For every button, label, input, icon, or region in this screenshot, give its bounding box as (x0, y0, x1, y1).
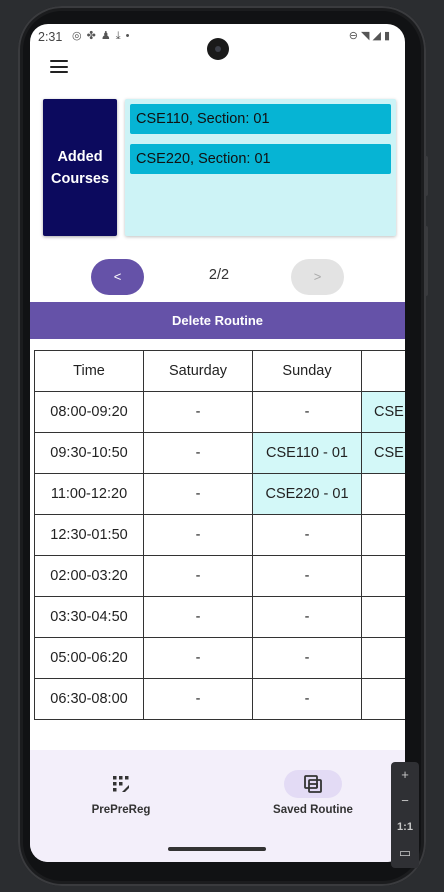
table-row: 02:00-03:20 - - (34, 555, 405, 597)
fit-screen-icon[interactable]: ▭ (391, 840, 419, 866)
nav-label: PrePreReg (91, 804, 151, 816)
emulator-zoom-toolbar: + − 1:1 ▭ (391, 762, 419, 868)
time-cell: 05:00-06:20 (34, 637, 144, 679)
slot-cell: - (252, 391, 362, 433)
slot-cell: - (252, 678, 362, 720)
header-sunday: Sunday (252, 350, 362, 392)
signal-icon: ◢ (372, 30, 384, 42)
table-row: 12:30-01:50 - - (34, 514, 405, 556)
dnd-icon: ⊖ (348, 30, 361, 42)
person-icon: ♟ (100, 30, 116, 42)
slot-cell: - (143, 555, 253, 597)
time-cell: 02:00-03:20 (34, 555, 144, 597)
course-chip[interactable]: CSE110, Section: 01 (130, 104, 391, 134)
nav-item-preprereg[interactable]: PrePreReg (61, 770, 181, 816)
course-chip[interactable]: CSE220, Section: 01 (130, 144, 391, 174)
status-time: 2:31 (38, 30, 63, 44)
header-time: Time (34, 350, 144, 392)
slot-cell: - (143, 514, 253, 556)
next-page-button[interactable]: > (291, 259, 344, 295)
slot-cell (361, 678, 405, 720)
slot-cell: - (252, 637, 362, 679)
delete-routine-button[interactable]: Delete Routine (30, 302, 405, 339)
slot-cell: CSE110 - 01 (252, 432, 362, 474)
slot-cell: CSE220 - 01 (252, 473, 362, 515)
added-courses-list: CSE110, Section: 01 CSE220, Section: 01 (125, 99, 396, 236)
time-cell: 03:30-04:50 (34, 596, 144, 638)
routine-table: Time Saturday Sunday Mo 08:00-09:20 - - … (34, 350, 405, 720)
time-cell: 08:00-09:20 (34, 391, 144, 433)
nav-pill-active (284, 770, 342, 798)
pinwheel-icon: ✤ (86, 30, 101, 42)
page-indicator: 2/2 (208, 267, 230, 283)
table-row: 09:30-10:50 - CSE110 - 01 CSE (34, 432, 405, 474)
notification-icons: ◎✤♟⤓• (72, 29, 134, 43)
nav-pill (92, 770, 150, 798)
camera-cutout (207, 38, 229, 60)
battery-icon: ▮ (383, 30, 393, 42)
zoom-out-icon[interactable]: − (391, 788, 419, 814)
slot-cell: - (252, 555, 362, 597)
dialpad-icon (113, 776, 129, 792)
zoom-ratio-button[interactable]: 1:1 (391, 814, 419, 840)
dot-icon: • (125, 30, 135, 42)
table-row: 06:30-08:00 - - (34, 678, 405, 720)
table-header-row: Time Saturday Sunday Mo (34, 350, 405, 392)
slot-cell: CSE (361, 432, 405, 474)
table-row: 08:00-09:20 - - CSE (34, 391, 405, 433)
slot-cell (361, 637, 405, 679)
slot-cell: - (143, 596, 253, 638)
time-cell: 09:30-10:50 (34, 432, 144, 474)
nav-label: Saved Routine (273, 804, 353, 816)
instagram-icon: ◎ (72, 30, 87, 42)
time-cell: 11:00-12:20 (34, 473, 144, 515)
slot-cell (361, 596, 405, 638)
routine-table-scroll[interactable]: Time Saturday Sunday Mo 08:00-09:20 - - … (34, 350, 405, 722)
slot-cell (361, 473, 405, 515)
time-cell: 06:30-08:00 (34, 678, 144, 720)
bottom-navigation: PrePreReg Saved Routine (30, 750, 405, 862)
header-monday: Mo (361, 350, 405, 392)
download-icon: ⤓ (115, 30, 126, 42)
slot-cell: - (143, 473, 253, 515)
slot-cell: - (143, 391, 253, 433)
saved-routine-icon (304, 775, 322, 793)
home-indicator[interactable] (168, 847, 266, 851)
wifi-icon: ◥ (361, 30, 373, 42)
system-icons: ⊖◥◢▮ (349, 29, 393, 42)
hamburger-menu-icon[interactable] (50, 60, 68, 74)
previous-page-button[interactable]: < (91, 259, 144, 295)
slot-cell: - (143, 678, 253, 720)
slot-cell: - (143, 637, 253, 679)
slot-cell: - (252, 596, 362, 638)
slot-cell (361, 555, 405, 597)
power-button (424, 226, 428, 296)
slot-cell: CSE (361, 391, 405, 433)
volume-button (424, 156, 428, 196)
table-row: 03:30-04:50 - - (34, 596, 405, 638)
table-row: 05:00-06:20 - - (34, 637, 405, 679)
table-row: 11:00-12:20 - CSE220 - 01 (34, 473, 405, 515)
app-screen: 2:31 ◎✤♟⤓• ⊖◥◢▮ Added Courses CSE110, Se… (30, 24, 405, 862)
header-saturday: Saturday (143, 350, 253, 392)
time-cell: 12:30-01:50 (34, 514, 144, 556)
nav-item-saved-routine[interactable]: Saved Routine (253, 770, 373, 816)
slot-cell: - (143, 432, 253, 474)
slot-cell: - (252, 514, 362, 556)
slot-cell (361, 514, 405, 556)
zoom-in-icon[interactable]: + (391, 762, 419, 788)
added-courses-label: Added Courses (43, 99, 117, 236)
